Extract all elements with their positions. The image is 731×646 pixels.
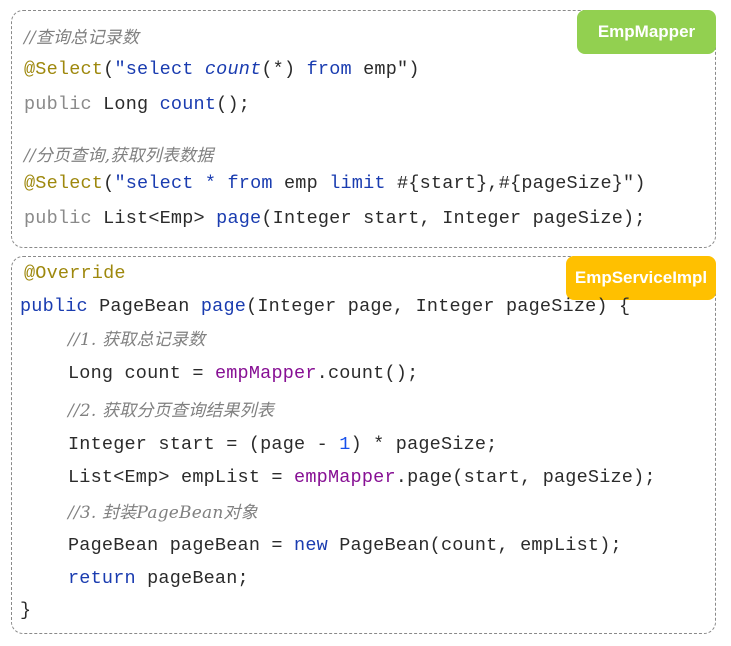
mapper-field: empMapper <box>294 467 396 488</box>
method-name: page <box>216 208 262 229</box>
sql-string-part: emp" <box>351 59 409 80</box>
mapper-field: empMapper <box>214 363 317 384</box>
start-statement: Integer start = (page - 1) * pageSize; <box>68 434 498 456</box>
comment-query-total: //查询总记录数 <box>24 28 140 48</box>
paren: ) <box>408 59 420 80</box>
closing-brace: } <box>20 600 32 621</box>
select-page-annotation-line: @Select("select * from emp limit #{start… <box>24 173 646 195</box>
select-annotation: @Select <box>24 173 104 194</box>
service-code-panel: EmpServiceImpl @Override public PageBean… <box>11 256 716 634</box>
statement-lhs: List<Emp> empList = <box>68 467 295 488</box>
return-statement: return pageBean; <box>68 568 249 590</box>
method-call: .page(start, pageSize); <box>395 467 656 488</box>
public-keyword: public <box>24 94 92 115</box>
statement-lhs: Integer start = (page - <box>68 434 340 455</box>
return-type: PageBean <box>87 296 201 317</box>
number-literal: 1 <box>339 434 351 455</box>
method-call: .count(); <box>316 363 419 384</box>
sql-string-part: "select <box>114 59 205 80</box>
mapper-code-panel: EmpMapper //查询总记录数 @Select("select count… <box>11 10 716 248</box>
public-keyword: public <box>24 208 92 229</box>
sql-from-keyword: from <box>306 59 352 80</box>
sql-string-part: "select * <box>114 173 228 194</box>
paren: ) <box>634 173 646 194</box>
sql-string-part: emp <box>272 173 330 194</box>
comment-step-1: //1. 获取总记录数 <box>68 330 206 350</box>
sql-count-fn: count <box>204 59 262 80</box>
mapper-badge: EmpMapper <box>577 10 716 54</box>
comment-step-3: //3. 封装PageBean对象 <box>68 503 258 523</box>
page-method-signature: public List<Emp> page(Integer start, Int… <box>24 208 646 230</box>
sql-limit-keyword: limit <box>329 173 386 194</box>
method-name: count <box>159 94 217 115</box>
statement-lhs: PageBean pageBean = <box>68 535 295 556</box>
count-method-signature: public Long count(); <box>24 94 250 116</box>
count-statement: Long count = empMapper.count(); <box>68 363 418 385</box>
method-params: (Integer start, Integer pageSize); <box>261 208 646 229</box>
comment-step-2: //2. 获取分页查询结果列表 <box>68 401 275 421</box>
select-count-annotation-line: @Select("select count(*) from emp") <box>24 59 420 81</box>
pagebean-statement: PageBean pageBean = new PageBean(count, … <box>68 535 622 557</box>
service-badge: EmpServiceImpl <box>566 256 716 300</box>
emplist-statement: List<Emp> empList = empMapper.page(start… <box>68 467 656 489</box>
select-annotation: @Select <box>24 59 104 80</box>
return-type: List<Emp> <box>91 208 217 229</box>
new-keyword: new <box>294 535 328 556</box>
method-params: (Integer page, Integer pageSize) { <box>246 296 631 317</box>
sql-from-keyword: from <box>227 173 273 194</box>
return-type: Long <box>91 94 160 115</box>
return-keyword: return <box>68 568 136 589</box>
comment-page-query: //分页查询,获取列表数据 <box>24 146 214 166</box>
public-keyword: public <box>20 296 88 317</box>
return-value: pageBean; <box>135 568 249 589</box>
sql-string-part: #{start},#{pageSize}" <box>385 173 635 194</box>
statement-lhs: Long count = <box>68 363 215 384</box>
method-params: (); <box>216 94 251 115</box>
sql-string-part: (*) <box>261 59 307 80</box>
page-method-declaration: public PageBean page(Integer page, Integ… <box>20 296 630 318</box>
paren: ( <box>103 173 115 194</box>
constructor-call: PageBean(count, empList); <box>327 535 622 556</box>
statement-rest: ) * pageSize; <box>350 434 498 455</box>
paren: ( <box>103 59 115 80</box>
override-annotation: @Override <box>24 263 126 284</box>
method-name: page <box>200 296 247 317</box>
